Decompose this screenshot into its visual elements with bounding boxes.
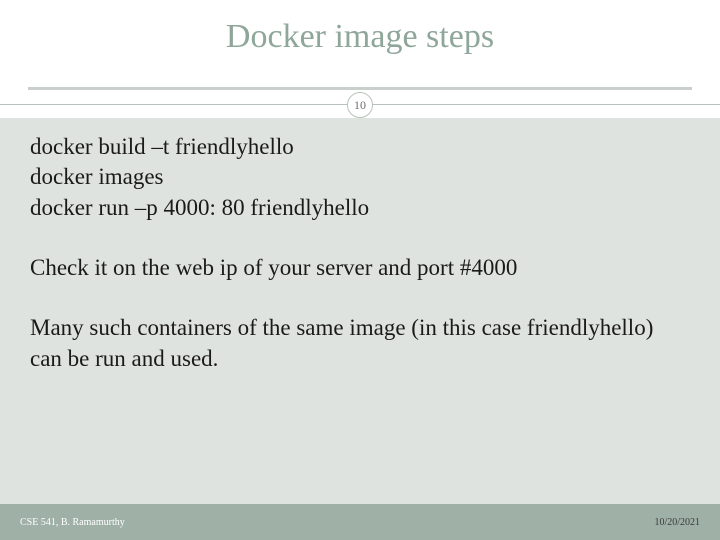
footer: CSE 541, B. Ramamurthy 10/20/2021 (0, 504, 720, 540)
divider-row: 10 (0, 90, 720, 118)
footer-left: CSE 541, B. Ramamurthy (20, 517, 125, 528)
page-number-badge: 10 (347, 92, 373, 118)
command-line: docker run –p 4000: 80 friendlyhello (30, 193, 690, 223)
content-area: docker build –t friendlyhello docker ima… (0, 118, 720, 504)
command-line: docker build –t friendlyhello (30, 132, 690, 162)
slide: Docker image steps 10 docker build –t fr… (0, 0, 720, 540)
header: Docker image steps (0, 0, 720, 90)
command-line: docker images (30, 162, 690, 192)
slide-title: Docker image steps (0, 0, 720, 56)
paragraph: Many such containers of the same image (… (30, 313, 690, 374)
paragraph: Check it on the web ip of your server an… (30, 253, 690, 283)
footer-date: 10/20/2021 (654, 517, 700, 528)
